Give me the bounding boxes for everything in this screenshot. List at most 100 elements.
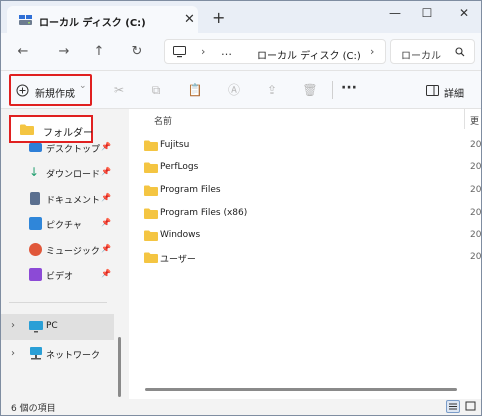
details-label[interactable]: 詳細 bbox=[444, 85, 464, 100]
breadcrumb-separator: › bbox=[201, 45, 206, 58]
pin-icon[interactable]: 📌 bbox=[101, 167, 111, 176]
table-row[interactable]: Windows 20 bbox=[129, 227, 481, 247]
tab-close-icon[interactable]: ✕ bbox=[184, 12, 195, 27]
pc-icon bbox=[29, 321, 43, 333]
folder-icon bbox=[144, 252, 158, 263]
address-row: ← → ↑ ↻ › … ローカル ディスク (C:) › ローカル bbox=[1, 33, 481, 71]
tab-local-disk[interactable]: ローカル ディスク (C:) ✕ bbox=[7, 6, 198, 33]
chevron-right-icon[interactable]: › bbox=[11, 348, 15, 359]
search-icon bbox=[455, 47, 465, 57]
chevron-down-icon: ⌄ bbox=[79, 81, 87, 91]
monitor-icon bbox=[173, 46, 186, 58]
details-pane-icon[interactable] bbox=[426, 85, 439, 96]
details-view-button[interactable] bbox=[446, 400, 460, 413]
folder-icon bbox=[144, 140, 158, 151]
sidebar-item-pictures[interactable]: ピクチャ 📌 bbox=[1, 215, 121, 235]
delete-icon[interactable]: 🗑 bbox=[302, 82, 318, 98]
sidebar-item-pc[interactable]: › PC bbox=[1, 314, 114, 340]
folder-icon bbox=[144, 208, 158, 219]
sidebar-item-music[interactable]: ミュージック 📌 bbox=[1, 241, 121, 261]
cut-icon[interactable]: ✂ bbox=[111, 82, 127, 98]
search-placeholder: ローカル bbox=[401, 51, 441, 62]
navigation-pane: フォルダー デスクトップ 📌 ↓ ダウンロード 📌 ドキュメント 📌 ピクチャ … bbox=[1, 109, 121, 399]
sidebar-item-network[interactable]: › ネットワーク bbox=[1, 345, 121, 365]
file-date: 20 bbox=[470, 230, 482, 240]
folder-icon bbox=[144, 230, 158, 241]
tiles-view-button[interactable] bbox=[464, 400, 478, 413]
sidebar-item-label: PC bbox=[46, 321, 58, 331]
table-row[interactable]: Program Files (x86) 20 bbox=[129, 205, 481, 225]
column-divider[interactable] bbox=[464, 109, 465, 129]
file-name: Program Files (x86) bbox=[160, 208, 248, 218]
new-tab-button[interactable]: + bbox=[212, 10, 225, 26]
pictures-icon bbox=[29, 217, 42, 230]
music-icon bbox=[29, 243, 42, 256]
title-bar: ローカル ディスク (C:) ✕ + — ☐ ✕ bbox=[1, 1, 481, 33]
column-header-date[interactable]: 更 bbox=[470, 114, 479, 127]
table-row[interactable]: PerfLogs 20 bbox=[129, 159, 481, 179]
column-header-name[interactable]: 名前 bbox=[154, 114, 172, 127]
forward-button[interactable]: → bbox=[54, 42, 74, 62]
paste-icon[interactable]: 📋 bbox=[187, 82, 203, 98]
file-name: Fujitsu bbox=[160, 140, 190, 150]
pin-icon[interactable]: 📌 bbox=[101, 193, 111, 202]
file-date: 20 bbox=[470, 162, 482, 172]
pin-icon[interactable]: 📌 bbox=[101, 218, 111, 227]
sidebar-item-label: ビデオ bbox=[46, 272, 74, 282]
breadcrumb-current[interactable]: ローカル ディスク (C:) bbox=[257, 47, 361, 62]
breadcrumb-chevron[interactable]: › bbox=[370, 45, 374, 58]
rename-icon[interactable]: Ⓐ bbox=[226, 82, 242, 98]
sidebar-item-downloads[interactable]: ↓ ダウンロード 📌 bbox=[1, 164, 121, 184]
file-name: PerfLogs bbox=[160, 162, 199, 172]
minimize-button[interactable]: — bbox=[382, 5, 408, 21]
sidebar-item-desktop[interactable]: デスクトップ 📌 bbox=[1, 139, 121, 159]
file-date: 20 bbox=[470, 140, 482, 150]
new-button[interactable]: 新規作成 ⌄ bbox=[9, 74, 92, 106]
refresh-button[interactable]: ↻ bbox=[127, 42, 147, 62]
file-explorer-window: ローカル ディスク (C:) ✕ + — ☐ ✕ ← → ↑ ↻ › … ローカ… bbox=[0, 0, 482, 416]
sidebar-item-label: ネットワーク bbox=[46, 351, 101, 361]
file-date: 20 bbox=[470, 185, 482, 195]
sidebar-item-videos[interactable]: ビデオ 📌 bbox=[1, 266, 121, 286]
sidebar-scrollbar[interactable] bbox=[118, 337, 121, 397]
file-name: Program Files bbox=[160, 185, 221, 195]
download-icon: ↓ bbox=[29, 165, 40, 179]
table-row[interactable]: Fujitsu 20 bbox=[129, 137, 481, 157]
address-bar[interactable]: › … ローカル ディスク (C:) › bbox=[164, 39, 386, 64]
network-icon bbox=[30, 347, 42, 360]
video-icon bbox=[29, 268, 42, 281]
folder-icon bbox=[144, 185, 158, 196]
new-button-label: 新規作成 bbox=[35, 89, 75, 100]
horizontal-scrollbar[interactable] bbox=[145, 388, 457, 391]
command-divider bbox=[332, 81, 333, 99]
pin-icon[interactable]: 📌 bbox=[101, 244, 111, 253]
breadcrumb-overflow[interactable]: … bbox=[221, 45, 232, 58]
tiles-view-icon bbox=[465, 401, 476, 411]
maximize-button[interactable]: ☐ bbox=[414, 5, 440, 21]
up-button[interactable]: ↑ bbox=[89, 42, 109, 62]
command-bar: 新規作成 ⌄ ✂ ⧉ 📋 Ⓐ ⇪ 🗑 ··· 詳細 bbox=[1, 71, 481, 109]
table-row[interactable]: Program Files 20 bbox=[129, 182, 481, 202]
tab-title: ローカル ディスク (C:) bbox=[39, 18, 146, 29]
folder-icon bbox=[20, 124, 34, 135]
search-box[interactable]: ローカル bbox=[390, 39, 475, 64]
table-row[interactable]: ユーザー 20 bbox=[129, 249, 481, 269]
chevron-right-icon[interactable]: › bbox=[11, 320, 15, 331]
item-count: 6 個の項目 bbox=[11, 404, 56, 414]
pin-icon[interactable]: 📌 bbox=[101, 142, 111, 151]
more-options-button[interactable]: ··· bbox=[341, 80, 357, 96]
file-date: 20 bbox=[470, 252, 482, 262]
pin-icon[interactable]: 📌 bbox=[101, 269, 111, 278]
sidebar-item-label: デスクトップ bbox=[46, 145, 101, 155]
file-name: ユーザー bbox=[160, 255, 196, 265]
folder-icon bbox=[144, 162, 158, 173]
back-button[interactable]: ← bbox=[13, 42, 33, 62]
file-date: 20 bbox=[470, 208, 482, 218]
share-icon[interactable]: ⇪ bbox=[264, 82, 280, 98]
close-window-button[interactable]: ✕ bbox=[451, 5, 477, 21]
sidebar-item-documents[interactable]: ドキュメント 📌 bbox=[1, 190, 121, 210]
status-bar: 6 個の項目 bbox=[1, 399, 481, 415]
sidebar-item-label: ダウンロード bbox=[46, 170, 101, 180]
copy-icon[interactable]: ⧉ bbox=[148, 82, 164, 98]
list-view-icon bbox=[449, 403, 457, 410]
